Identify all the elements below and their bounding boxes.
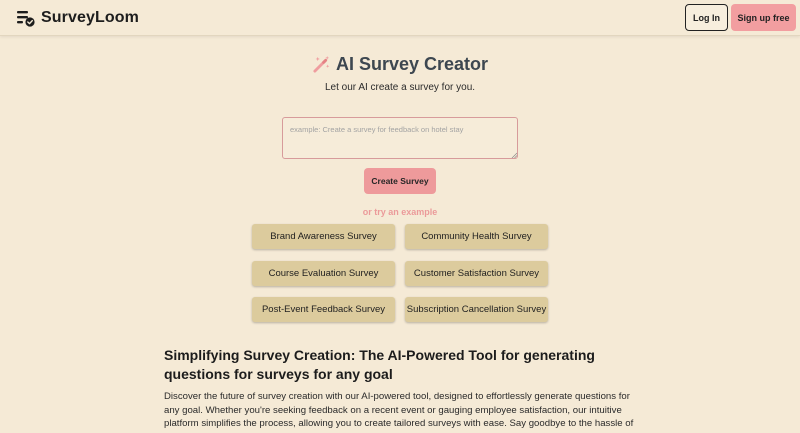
example-brand-awareness-button[interactable]: Brand Awareness Survey bbox=[252, 224, 395, 249]
top-nav: SurveyLoom Log In Sign up free bbox=[0, 0, 800, 36]
resize-grip-icon[interactable] bbox=[511, 152, 517, 158]
page-title: AI Survey Creator bbox=[335, 53, 489, 74]
magic-wand-icon bbox=[313, 55, 330, 73]
page-subtitle: Let our AI create a survey for you. bbox=[324, 82, 476, 93]
article-heading: Simplifying Survey Creation: The AI-Powe… bbox=[164, 347, 595, 382]
example-subscription-cancellation-button[interactable]: Subscription Cancellation Survey bbox=[405, 297, 548, 322]
create-survey-button[interactable]: Create Survey bbox=[364, 168, 436, 194]
survey-list-check-icon bbox=[17, 11, 35, 27]
brand-name: SurveyLoom bbox=[41, 9, 139, 26]
example-post-event-feedback-button[interactable]: Post-Event Feedback Survey bbox=[252, 297, 395, 322]
example-prompt-label: or try an example bbox=[362, 207, 438, 217]
example-course-evaluation-button[interactable]: Course Evaluation Survey bbox=[252, 261, 395, 286]
signup-button[interactable]: Sign up free bbox=[731, 4, 796, 31]
example-community-health-button[interactable]: Community Health Survey bbox=[405, 224, 548, 249]
article-paragraph: Discover the future of survey creation w… bbox=[164, 391, 634, 433]
login-button[interactable]: Log In bbox=[685, 4, 728, 31]
page-title-row: AI Survey Creator bbox=[0, 52, 800, 76]
survey-prompt-input[interactable] bbox=[282, 117, 518, 159]
brand-logo[interactable]: SurveyLoom bbox=[17, 8, 139, 28]
example-customer-satisfaction-button[interactable]: Customer Satisfaction Survey bbox=[405, 261, 548, 286]
